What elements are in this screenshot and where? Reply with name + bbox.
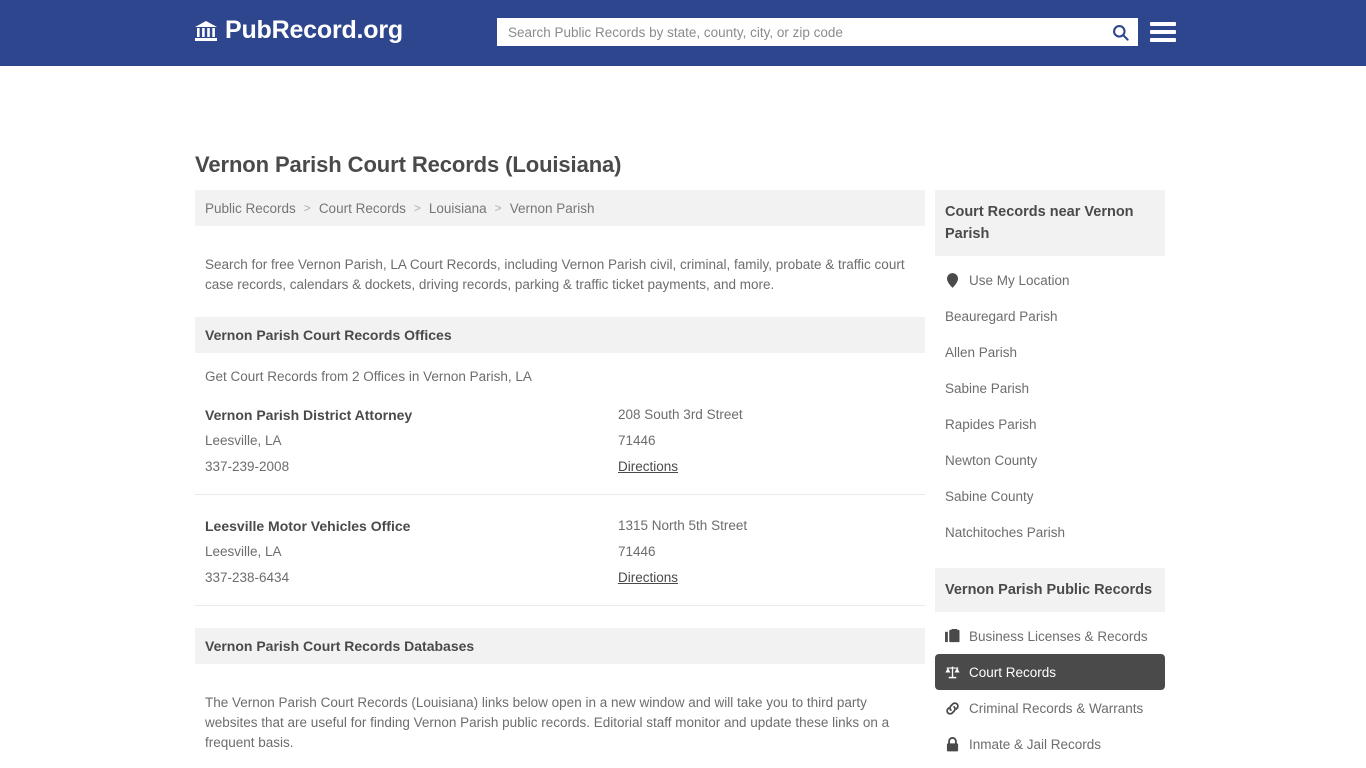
sidebar-item-newton-county[interactable]: Newton County — [935, 442, 1165, 478]
sidebar-item-rapides-parish[interactable]: Rapides Parish — [935, 406, 1165, 442]
search-bar[interactable] — [497, 18, 1138, 46]
search-input[interactable] — [498, 19, 1103, 45]
breadcrumb-item-louisiana[interactable]: Louisiana — [429, 201, 487, 216]
sidebar-item-label: Court Records — [969, 664, 1057, 680]
sidebar-item-natchitoches-parish[interactable]: Natchitoches Parish — [935, 514, 1165, 550]
sidebar-item-label: Criminal Records & Warrants — [969, 700, 1144, 716]
sidebar-item-business-licenses[interactable]: Business Licenses & Records — [935, 618, 1165, 654]
sidebar-item-court-records[interactable]: Court Records — [935, 654, 1165, 690]
sidebar-item-label: Business Licenses & Records — [969, 628, 1148, 644]
office-zip: 71446 — [618, 432, 656, 448]
breadcrumb-item-vernon-parish[interactable]: Vernon Parish — [510, 201, 595, 216]
databases-section-heading: Vernon Parish Court Records Databases — [195, 627, 925, 664]
sidebar-item-label: Beauregard Parish — [945, 308, 1058, 324]
sidebar-item-label: Inmate & Jail Records — [969, 736, 1102, 752]
site-header: PubRecord.org — [0, 0, 1366, 66]
hamburger-menu-icon — [1150, 30, 1176, 34]
scales-of-justice-icon — [945, 665, 960, 680]
breadcrumb-separator: > — [494, 201, 502, 215]
office-city-state: Leesville, LA — [205, 432, 282, 448]
chain-link-icon — [945, 701, 960, 716]
office-directions-link[interactable]: Directions — [618, 454, 678, 480]
office-info-left: Leesville Motor Vehicles Office Leesvill… — [205, 513, 560, 591]
page-intro-text: Search for free Vernon Parish, LA Court … — [205, 256, 905, 292]
sidebar-item-use-my-location[interactable]: Use My Location — [935, 262, 1165, 298]
office-info-right: 208 South 3rd Street 71446 Directions — [560, 402, 915, 480]
sidebar-item-beauregard-parish[interactable]: Beauregard Parish — [935, 298, 1165, 334]
sidebar-item-marriage-divorce-records[interactable]: Marriage & Divorce Records — [935, 762, 1165, 768]
public-records-section-heading: Vernon Parish Public Records — [935, 568, 1165, 612]
hamburger-menu-button[interactable] — [1150, 20, 1176, 44]
map-pin-icon — [945, 272, 960, 288]
offices-section-heading: Vernon Parish Court Records Offices — [195, 316, 925, 353]
sidebar: Court Records near Vernon Parish Use My … — [935, 190, 1165, 768]
breadcrumb-item-court-records[interactable]: Court Records — [319, 201, 406, 216]
breadcrumb-separator: > — [303, 201, 311, 215]
hamburger-menu-icon — [1150, 22, 1176, 26]
office-info-left: Vernon Parish District Attorney Leesvill… — [205, 402, 560, 480]
sidebar-item-label: Rapides Parish — [945, 416, 1037, 432]
lock-icon — [945, 736, 960, 752]
search-icon — [1112, 24, 1129, 41]
office-name: Vernon Parish District Attorney — [205, 406, 413, 423]
bank-building-icon — [195, 20, 217, 41]
sidebar-item-label: Use My Location — [969, 272, 1070, 288]
sidebar-item-criminal-records[interactable]: Criminal Records & Warrants — [935, 690, 1165, 726]
breadcrumb-separator: > — [413, 201, 421, 215]
office-city-state: Leesville, LA — [205, 543, 282, 559]
office-row: Vernon Parish District Attorney Leesvill… — [195, 384, 925, 495]
sidebar-item-label: Newton County — [945, 452, 1038, 468]
office-row: Leesville Motor Vehicles Office Leesvill… — [195, 495, 925, 606]
office-directions-link[interactable]: Directions — [618, 565, 678, 591]
sidebar-item-sabine-county[interactable]: Sabine County — [935, 478, 1165, 514]
breadcrumb-item-public-records[interactable]: Public Records — [205, 201, 296, 216]
office-phone: 337-239-2008 — [205, 458, 290, 474]
sidebar-item-label: Natchitoches Parish — [945, 524, 1066, 540]
office-name: Leesville Motor Vehicles Office — [205, 517, 411, 534]
site-logo[interactable]: PubRecord.org — [194, 18, 403, 43]
nearby-list: Use My Location Beauregard Parish Allen … — [935, 256, 1165, 550]
office-phone: 337-238-6434 — [205, 569, 290, 585]
breadcrumb: Public Records > Court Records > Louisia… — [195, 190, 925, 226]
main-content: Public Records > Court Records > Louisia… — [195, 190, 925, 768]
office-zip: 71446 — [618, 543, 656, 559]
briefcase-icon — [945, 629, 960, 644]
hamburger-menu-icon — [1150, 38, 1176, 42]
sidebar-item-inmate-jail-records[interactable]: Inmate & Jail Records — [935, 726, 1165, 762]
office-street: 1315 North 5th Street — [618, 517, 748, 533]
sidebar-item-sabine-parish[interactable]: Sabine Parish — [935, 370, 1165, 406]
search-button[interactable] — [1103, 19, 1137, 45]
databases-intro-text: The Vernon Parish Court Records (Louisia… — [205, 695, 890, 750]
public-records-list: Business Licenses & Records Court Record… — [935, 612, 1165, 768]
page-title: Vernon Parish Court Records (Louisiana) — [195, 152, 622, 177]
sidebar-item-allen-parish[interactable]: Allen Parish — [935, 334, 1165, 370]
sidebar-item-label: Sabine County — [945, 488, 1034, 504]
office-street: 208 South 3rd Street — [618, 406, 743, 422]
office-info-right: 1315 North 5th Street 71446 Directions — [560, 513, 915, 591]
nearby-section-heading: Court Records near Vernon Parish — [935, 190, 1165, 256]
sidebar-item-label: Allen Parish — [945, 344, 1018, 360]
sidebar-item-label: Sabine Parish — [945, 380, 1030, 396]
offices-count-note: Get Court Records from 2 Offices in Vern… — [205, 368, 532, 384]
site-logo-text: PubRecord.org — [225, 16, 403, 44]
